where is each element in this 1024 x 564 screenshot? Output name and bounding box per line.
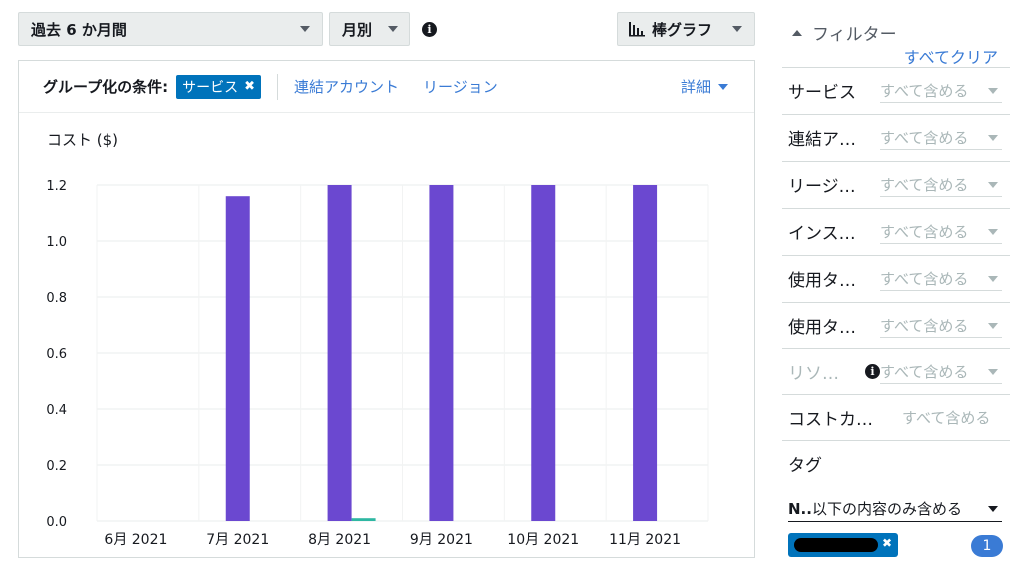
y-tick-label: 0.8 xyxy=(46,291,67,306)
details-label: 詳細 xyxy=(680,78,711,96)
filter-toggle[interactable]: フィルター xyxy=(792,20,897,45)
group-by-region[interactable]: リージョン xyxy=(423,76,498,97)
x-tick-label: 11月 2021 xyxy=(609,532,681,548)
chevron-down-icon xyxy=(988,368,998,375)
filter-label: サービス xyxy=(788,83,856,103)
details-toggle[interactable]: 詳細 xyxy=(681,76,728,97)
filter-value: すべて含める xyxy=(880,316,969,335)
filter-value: すべて含める xyxy=(880,269,969,288)
y-axis-label: コスト ($) xyxy=(47,131,118,149)
granularity-select[interactable]: 月別 xyxy=(329,12,410,46)
x-tick-label: 9月 2021 xyxy=(410,532,473,548)
y-tick-label: 0.4 xyxy=(46,403,67,418)
cost-bar-chart: コスト ($) 0.0 0.2 0.4 0.6 0.8 1.0 1.2 6月 2021 7月 … xyxy=(46,131,709,548)
info-icon[interactable]: i xyxy=(865,364,880,379)
filter-row: コストカ… すべて含める xyxy=(782,394,1010,440)
filter-label: 使用タ… xyxy=(788,318,856,338)
filter-label: インス… xyxy=(788,224,856,244)
y-tick-label: 1.2 xyxy=(46,179,67,194)
filter-value: すべて含める xyxy=(880,222,969,241)
chevron-down-icon xyxy=(988,87,998,94)
y-tick-label: 0.2 xyxy=(46,459,67,474)
bar[interactable] xyxy=(633,185,658,521)
bar[interactable] xyxy=(351,518,376,521)
chart-type-select[interactable]: 棒グラフ xyxy=(617,12,755,46)
filter-label: リージ… xyxy=(788,177,856,197)
filter-label: リソ… xyxy=(788,364,839,384)
filter-label: タグ xyxy=(788,456,822,476)
divider xyxy=(277,73,279,100)
tag-count-badge: 1 xyxy=(971,535,1003,557)
filter-select[interactable]: すべて含める xyxy=(880,314,1002,338)
tag-key: N.. xyxy=(788,499,812,518)
y-tick-label: 1.0 xyxy=(46,235,67,250)
filter-label: コストカ… xyxy=(788,410,873,430)
filter-title: フィルター xyxy=(812,25,897,45)
chevron-down-icon xyxy=(988,181,998,188)
y-tick-label: 0.0 xyxy=(46,515,67,530)
close-icon[interactable]: ✖ xyxy=(244,79,255,94)
chevron-down-icon xyxy=(988,275,998,282)
filter-select[interactable]: すべて含める xyxy=(880,173,1002,197)
tag-mode-value: 以下の内容のみ含める xyxy=(811,500,962,518)
tag-mode-select[interactable]: N.. 以下の内容のみ含める xyxy=(788,496,1002,522)
filter-row: 使用タ… すべて含める xyxy=(782,302,1010,348)
filter-value: すべて含める xyxy=(880,81,969,100)
chevron-down-icon xyxy=(718,83,728,90)
filter-select[interactable]: すべて含める xyxy=(880,360,1002,384)
chevron-down-icon xyxy=(388,26,398,32)
filter-select[interactable]: すべて含める xyxy=(880,267,1002,291)
cost-chart-panel: グループ化の条件: サービス ✖ 連結アカウント リージョン 詳細 コスト ($… xyxy=(18,60,755,558)
group-by-linked-account[interactable]: 連結アカウント xyxy=(294,76,399,97)
info-icon[interactable]: i xyxy=(422,22,437,37)
filter-row: インス… すべて含める xyxy=(782,208,1010,254)
tag-value-chip[interactable]: ✖ xyxy=(788,533,898,557)
time-range-select[interactable]: 過去 6 か月間 xyxy=(18,12,323,46)
bar[interactable] xyxy=(225,196,250,521)
x-tick-label: 10月 2021 xyxy=(507,532,579,548)
group-by-bar: グループ化の条件: サービス ✖ 連結アカウント リージョン 詳細 xyxy=(19,61,754,113)
filter-select[interactable]: すべて含める xyxy=(880,126,1002,150)
filter-sidebar: フィルター すべてクリア サービス すべて含める 連結ア… すべて含める リージ… すべて… xyxy=(782,0,1010,564)
filter-value: すべて含める xyxy=(880,175,969,194)
time-range-value: 過去 6 か月間 xyxy=(31,20,127,39)
y-tick-label: 0.6 xyxy=(46,347,67,362)
filter-select[interactable]: すべて含める xyxy=(880,220,1002,244)
clear-all-link[interactable]: すべてクリア xyxy=(904,44,998,68)
group-by-chip-service[interactable]: サービス ✖ xyxy=(176,74,262,99)
filter-select: すべて含める xyxy=(902,406,1002,430)
x-tick-label: 8月 2021 xyxy=(308,532,371,548)
filter-label: 使用タ… xyxy=(788,271,856,291)
x-tick-label: 7月 2021 xyxy=(206,532,269,548)
bar-chart-icon xyxy=(629,22,645,37)
filter-value: すべて含める xyxy=(880,362,969,381)
redacted-value xyxy=(794,538,878,552)
chevron-down-icon xyxy=(988,506,998,512)
filter-label: 連結ア… xyxy=(788,130,856,150)
filter-row: リージ… すべて含める xyxy=(782,161,1010,207)
chevron-up-icon xyxy=(792,29,802,36)
bar[interactable] xyxy=(531,185,556,521)
filter-row: 使用タ… すべて含める xyxy=(782,255,1010,301)
filter-select[interactable]: すべて含める xyxy=(880,79,1002,103)
bar[interactable] xyxy=(429,185,454,521)
chevron-down-icon xyxy=(988,322,998,329)
chart-type-value: 棒グラフ xyxy=(652,20,713,39)
filter-row: 連結ア… すべて含める xyxy=(782,114,1010,160)
filter-value: すべて含める xyxy=(880,128,969,147)
group-by-label: グループ化の条件: xyxy=(43,78,169,96)
chevron-down-icon xyxy=(300,26,310,32)
x-tick-label: 6月 2021 xyxy=(104,532,167,548)
chip-label: サービス xyxy=(182,79,239,96)
filter-value: すべて含める xyxy=(902,409,991,427)
chevron-down-icon xyxy=(988,134,998,141)
chevron-down-icon xyxy=(732,26,742,32)
bar[interactable] xyxy=(327,185,352,521)
chevron-down-icon xyxy=(988,228,998,235)
filter-row: リソ… i すべて含める xyxy=(782,348,1010,394)
filter-row-tag: タグ xyxy=(782,440,1010,486)
granularity-value: 月別 xyxy=(342,20,373,39)
close-icon[interactable]: ✖ xyxy=(882,536,892,550)
filter-row: サービス すべて含める xyxy=(782,67,1010,113)
